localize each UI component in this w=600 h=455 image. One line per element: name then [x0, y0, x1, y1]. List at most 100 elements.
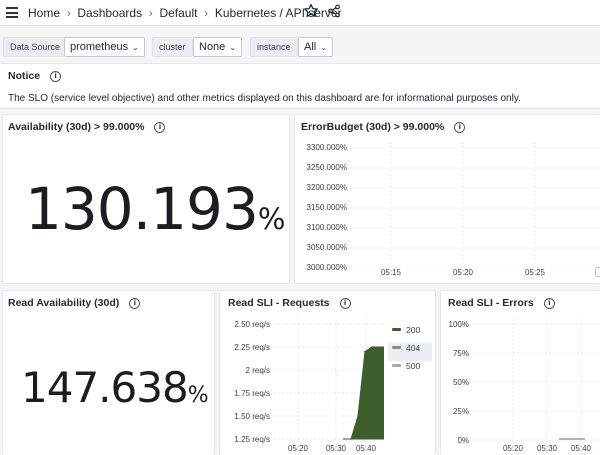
star-icon[interactable] [303, 3, 319, 19]
filter-bar: Data Source prometheus ⌄ cluster None ⌄ in… [0, 36, 600, 58]
ytick: 2.25 req/s [234, 343, 270, 352]
info-icon[interactable]: i [154, 122, 166, 133]
ytick: 3150.000% [306, 203, 347, 212]
ytick: 50% [452, 378, 469, 387]
legend-item[interactable]: 500 [392, 361, 432, 379]
notice-panel: Notice i The SLO (service level objective… [0, 63, 600, 109]
xtick: 05:20 [502, 444, 524, 453]
ytick: 3050.000% [306, 243, 347, 252]
read-errors-y-axis: 100% 75% 50% 25% 0% [441, 320, 469, 450]
read-errors-title-text: Read SLI - Errors [448, 297, 534, 309]
info-icon[interactable]: i [543, 298, 555, 309]
datasource-select[interactable]: prometheus ⌄ [64, 37, 145, 57]
availability-panel: Availability (30d) > 99.000% i 130.193% [2, 114, 290, 284]
read-requests-legend: 200 404 500 [388, 325, 432, 379]
ytick: 75% [452, 349, 469, 358]
ytick: 1.75 req/s [234, 389, 270, 398]
resize-handle[interactable] [595, 267, 600, 277]
xtick: 05:15 [380, 268, 402, 277]
error-budget-y-axis: 3300.000% 3250.000% 3200.000% 3150.000% … [297, 143, 347, 273]
chevron-down-icon: ⌄ [229, 43, 236, 52]
read-requests-title-text: Read SLI - Requests [228, 297, 330, 309]
ytick: 3300.000% [306, 143, 347, 152]
xtick: 05:30 [536, 444, 558, 453]
error-budget-panel: ErrorBudget (30d) > 99.000% i 3300.000% 3… [294, 114, 600, 284]
breadcrumb-folder[interactable]: Default [159, 6, 197, 20]
read-availability-value: 147.638% [21, 363, 209, 412]
read-availability-title-text: Read Availability (30d) [8, 297, 120, 309]
ytick: 1.50 req/s [234, 412, 270, 421]
read-errors-title: Read SLI - Errors i [448, 297, 555, 309]
ytick: 0% [457, 436, 469, 445]
breadcrumb-home[interactable]: Home [28, 6, 60, 20]
xtick: 05:40 [570, 444, 592, 453]
availability-title-text: Availability (30d) > 99.000% [8, 121, 145, 133]
error-budget-title-text: ErrorBudget (30d) > 99.000% [301, 121, 445, 133]
availability-title: Availability (30d) > 99.000% i [8, 121, 166, 133]
notice-title-text: Notice [8, 70, 41, 82]
ytick: 100% [448, 320, 469, 329]
read-requests-panel: Read SLI - Requests i 2.50 req/s 2.25 req… [219, 290, 436, 455]
error-budget-title: ErrorBudget (30d) > 99.000% i [301, 121, 466, 133]
xtick: 05:20 [287, 444, 309, 453]
legend-label: 500 [406, 361, 421, 371]
breadcrumb-dashboard: Kubernetes / API server [214, 6, 342, 20]
ytick: 3000.000% [306, 263, 347, 272]
datasource-value: prometheus [70, 41, 129, 53]
cluster-select[interactable]: None ⌄ [193, 37, 242, 57]
notice-text: The SLO (service level objective) and ot… [8, 93, 521, 104]
cluster-label: cluster [152, 37, 193, 57]
info-icon[interactable]: i [129, 298, 141, 309]
chevron-down-icon: ⌄ [320, 43, 327, 52]
xtick: 05:40 [355, 444, 377, 453]
read-availability-title: Read Availability (30d) i [8, 297, 141, 309]
legend-swatch [392, 346, 401, 349]
legend-item[interactable]: 404 [388, 343, 432, 361]
read-requests-title: Read SLI - Requests i [228, 297, 351, 309]
availability-number: 130.193 [25, 175, 259, 243]
instance-label: instance [250, 37, 298, 57]
series-200-point [378, 346, 380, 348]
ytick: 3100.000% [306, 223, 347, 232]
availability-unit: % [257, 202, 286, 236]
ytick: 2.50 req/s [234, 320, 270, 329]
read-availability-number: 147.638 [21, 363, 189, 412]
read-availability-panel: Read Availability (30d) i 147.638% [2, 290, 215, 455]
breadcrumb-dashboards[interactable]: Dashboards [77, 6, 142, 20]
instance-value: All [304, 41, 317, 53]
ytick: 1.25 req/s [234, 435, 270, 444]
chevron-right-icon: › [63, 6, 75, 20]
info-icon[interactable]: i [50, 71, 62, 82]
legend-label: 404 [406, 343, 421, 353]
series-200-point [364, 350, 366, 353]
legend-label: 200 [406, 325, 421, 335]
series-200-point [357, 415, 359, 417]
availability-value: 130.193% [25, 175, 286, 243]
legend-swatch [392, 364, 401, 367]
series-200-point [343, 438, 345, 440]
read-errors-panel: Read SLI - Errors i 100% 75% 50% 25% 0% 0… [440, 290, 600, 455]
ytick: 2 req/s [245, 366, 270, 375]
series-200-point [350, 438, 352, 440]
instance-select[interactable]: All ⌄ [298, 37, 333, 57]
info-icon[interactable]: i [339, 298, 351, 309]
datasource-label: Data Source [3, 37, 68, 57]
legend-item[interactable]: 200 [392, 325, 432, 343]
read-errors-chart [473, 319, 600, 441]
chevron-down-icon: ⌄ [132, 43, 139, 52]
xtick: 05:30 [325, 444, 347, 453]
share-icon[interactable] [327, 4, 341, 18]
chevron-right-icon: › [200, 6, 212, 20]
read-availability-unit: % [187, 383, 209, 408]
chevron-right-icon: › [145, 6, 157, 20]
read-requests-chart [274, 319, 384, 441]
info-icon[interactable]: i [454, 122, 466, 133]
menu-icon[interactable] [6, 7, 18, 18]
ytick: 25% [452, 407, 469, 416]
error-budget-grid [349, 142, 599, 268]
ytick: 3250.000% [306, 163, 347, 172]
ytick: 3200.000% [306, 183, 347, 192]
cluster-value: None [199, 41, 226, 53]
read-requests-y-axis: 2.50 req/s 2.25 req/s 2 req/s 1.75 req/s… [220, 320, 270, 450]
breadcrumb: Home › Dashboards › Default › Kubernetes… [28, 6, 342, 20]
